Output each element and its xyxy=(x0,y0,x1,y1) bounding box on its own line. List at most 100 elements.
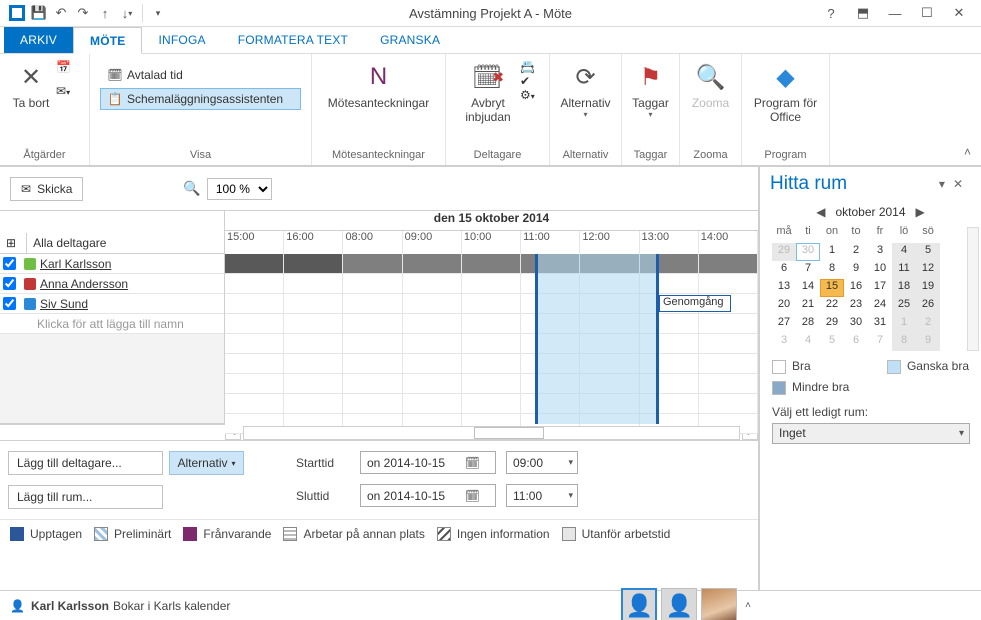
attendee-row[interactable]: Anna Andersson xyxy=(0,274,224,294)
grid-row[interactable] xyxy=(225,354,758,374)
grid-row[interactable] xyxy=(225,274,758,294)
calendar-day[interactable]: 17 xyxy=(868,279,892,297)
attendee-name[interactable]: Anna Andersson xyxy=(40,277,128,291)
pane-close-icon[interactable]: ✕ xyxy=(953,177,963,191)
attendee-checkbox[interactable] xyxy=(3,257,16,270)
prev-month-icon[interactable]: ◀ xyxy=(806,205,835,219)
start-time-input[interactable]: 09:00▾ xyxy=(506,451,578,474)
event-chip[interactable]: Genomgång xyxy=(659,295,731,312)
help-icon[interactable]: ? xyxy=(815,0,847,27)
address-book-icon[interactable]: 📇 xyxy=(520,60,535,74)
calendar-icon[interactable]: 📅 xyxy=(56,60,71,84)
calendar-day[interactable]: 8 xyxy=(892,333,916,351)
calendar-day[interactable]: 9 xyxy=(916,333,940,351)
calendar-day[interactable]: 29 xyxy=(772,243,796,261)
calendar-day[interactable]: 2 xyxy=(844,243,868,261)
calendar-day[interactable]: 5 xyxy=(820,333,844,351)
office-apps-button[interactable]: ◆ Program för Office xyxy=(752,58,819,124)
calendar-day[interactable]: 3 xyxy=(868,243,892,261)
avatar[interactable]: 👤 xyxy=(621,588,657,620)
attendee-checkbox[interactable] xyxy=(3,277,16,290)
start-date-input[interactable]: on 2014-10-15🗓 xyxy=(360,451,496,474)
send-button[interactable]: ✉ Skicka xyxy=(10,177,83,201)
calendar-day[interactable]: 29 xyxy=(820,315,844,333)
calendar-day[interactable]: 23 xyxy=(844,297,868,315)
avatar[interactable] xyxy=(701,588,737,620)
calendar-day[interactable]: 18 xyxy=(892,279,916,297)
check-names-icon[interactable]: ✔ xyxy=(520,74,535,88)
response-options-icon[interactable]: ⚙▾ xyxy=(520,88,535,102)
calendar-day[interactable]: 4 xyxy=(796,333,820,351)
calendar-day[interactable]: 31 xyxy=(868,315,892,333)
calendar-day[interactable]: 24 xyxy=(868,297,892,315)
calendar-day[interactable]: 25 xyxy=(892,297,916,315)
calendar-day[interactable]: 8 xyxy=(820,261,844,279)
calendar-day[interactable]: 20 xyxy=(772,297,796,315)
delete-button[interactable]: ✕ Ta bort xyxy=(10,58,52,110)
attendee-row[interactable]: Karl Karlsson xyxy=(0,254,224,274)
calendar-day[interactable]: 12 xyxy=(916,261,940,279)
end-time-input[interactable]: 11:00▾ xyxy=(506,484,578,507)
prev-item-icon[interactable]: ↑ xyxy=(94,2,116,24)
attendee-name[interactable]: Siv Sund xyxy=(40,297,88,311)
grid-options-button[interactable]: Alternativ ▾ xyxy=(169,451,244,475)
grid-row[interactable] xyxy=(225,254,758,274)
grid-row[interactable] xyxy=(225,394,758,414)
attendee-name[interactable]: Karl Karlsson xyxy=(40,257,111,271)
next-item-icon[interactable]: ↓▾ xyxy=(116,2,138,24)
room-select[interactable]: Inget ▾ xyxy=(772,423,970,444)
pane-menu-icon[interactable]: ▾ xyxy=(939,177,945,191)
calendar-day[interactable]: 6 xyxy=(772,261,796,279)
qat-customize-icon[interactable]: ▾ xyxy=(147,2,169,24)
calendar-day[interactable]: 28 xyxy=(796,315,820,333)
calendar-day[interactable]: 13 xyxy=(772,279,796,297)
avatar[interactable]: 👤 xyxy=(661,588,697,620)
tab-meeting[interactable]: MÖTE xyxy=(73,27,142,54)
room-list[interactable] xyxy=(772,450,969,582)
attendee-row[interactable]: Siv Sund xyxy=(0,294,224,314)
calendar-day[interactable]: 14 xyxy=(796,279,820,297)
calendar-day[interactable]: 7 xyxy=(868,333,892,351)
scroll-track[interactable] xyxy=(243,426,740,440)
tab-file[interactable]: ARKIV xyxy=(4,27,73,53)
add-attendees-button[interactable]: Lägg till deltagare... xyxy=(8,451,163,475)
calendar-picker-icon[interactable]: 🗓 xyxy=(453,454,492,474)
end-date-input[interactable]: on 2014-10-15🗓 xyxy=(360,484,496,507)
appointment-button[interactable]: 🗓 Avtalad tid xyxy=(100,64,301,86)
options-dropdown-button[interactable]: ⟳ Alternativ ▾ xyxy=(560,58,611,119)
zoom-select[interactable]: 100 % xyxy=(207,178,272,200)
chevron-down-icon[interactable]: ▾ xyxy=(568,490,573,501)
tab-review[interactable]: GRANSKA xyxy=(364,27,456,53)
people-pane-toggle-icon[interactable]: ˄ xyxy=(745,600,751,611)
grid-row[interactable] xyxy=(225,314,758,334)
attendee-checkbox[interactable] xyxy=(3,297,16,310)
calendar-picker-icon[interactable]: 🗓 xyxy=(453,487,492,507)
tags-dropdown-button[interactable]: ⚑ Taggar ▾ xyxy=(632,58,669,119)
forward-icon[interactable]: ✉▾ xyxy=(56,84,71,108)
calendar-day[interactable]: 1 xyxy=(892,315,916,333)
chevron-down-icon[interactable]: ▾ xyxy=(959,428,964,439)
grid-rows[interactable]: Genomgång xyxy=(225,254,758,424)
meeting-notes-button[interactable]: N Mötesanteckningar xyxy=(322,58,435,110)
calendar-scrollbar[interactable] xyxy=(967,227,979,351)
calendar-day[interactable]: 7 xyxy=(796,261,820,279)
calendar-day[interactable]: 1 xyxy=(820,243,844,261)
calendar-day[interactable]: 19 xyxy=(916,279,940,297)
calendar-day[interactable]: 30 xyxy=(796,243,820,261)
save-icon[interactable]: 💾 xyxy=(28,2,50,24)
calendar-day[interactable]: 21 xyxy=(796,297,820,315)
collapse-ribbon-icon[interactable]: ˄ xyxy=(954,139,981,165)
tab-insert[interactable]: INFOGA xyxy=(142,27,221,53)
chevron-down-icon[interactable]: ▾ xyxy=(568,457,573,468)
calendar-day[interactable]: 15 xyxy=(820,279,844,297)
zoom-level-icon[interactable]: 🔍 xyxy=(183,180,200,197)
next-month-icon[interactable]: ▶ xyxy=(906,205,935,219)
cancel-invitation-button[interactable]: 🗓✖ Avbryt inbjudan xyxy=(456,58,520,124)
scroll-thumb[interactable] xyxy=(474,427,544,439)
calendar-day[interactable]: 3 xyxy=(772,333,796,351)
calendar-day[interactable]: 2 xyxy=(916,315,940,333)
grid-row[interactable] xyxy=(225,374,758,394)
add-rooms-button[interactable]: Lägg till rum... xyxy=(8,485,163,509)
calendar-day[interactable]: 5 xyxy=(916,243,940,261)
calendar-day[interactable]: 30 xyxy=(844,315,868,333)
